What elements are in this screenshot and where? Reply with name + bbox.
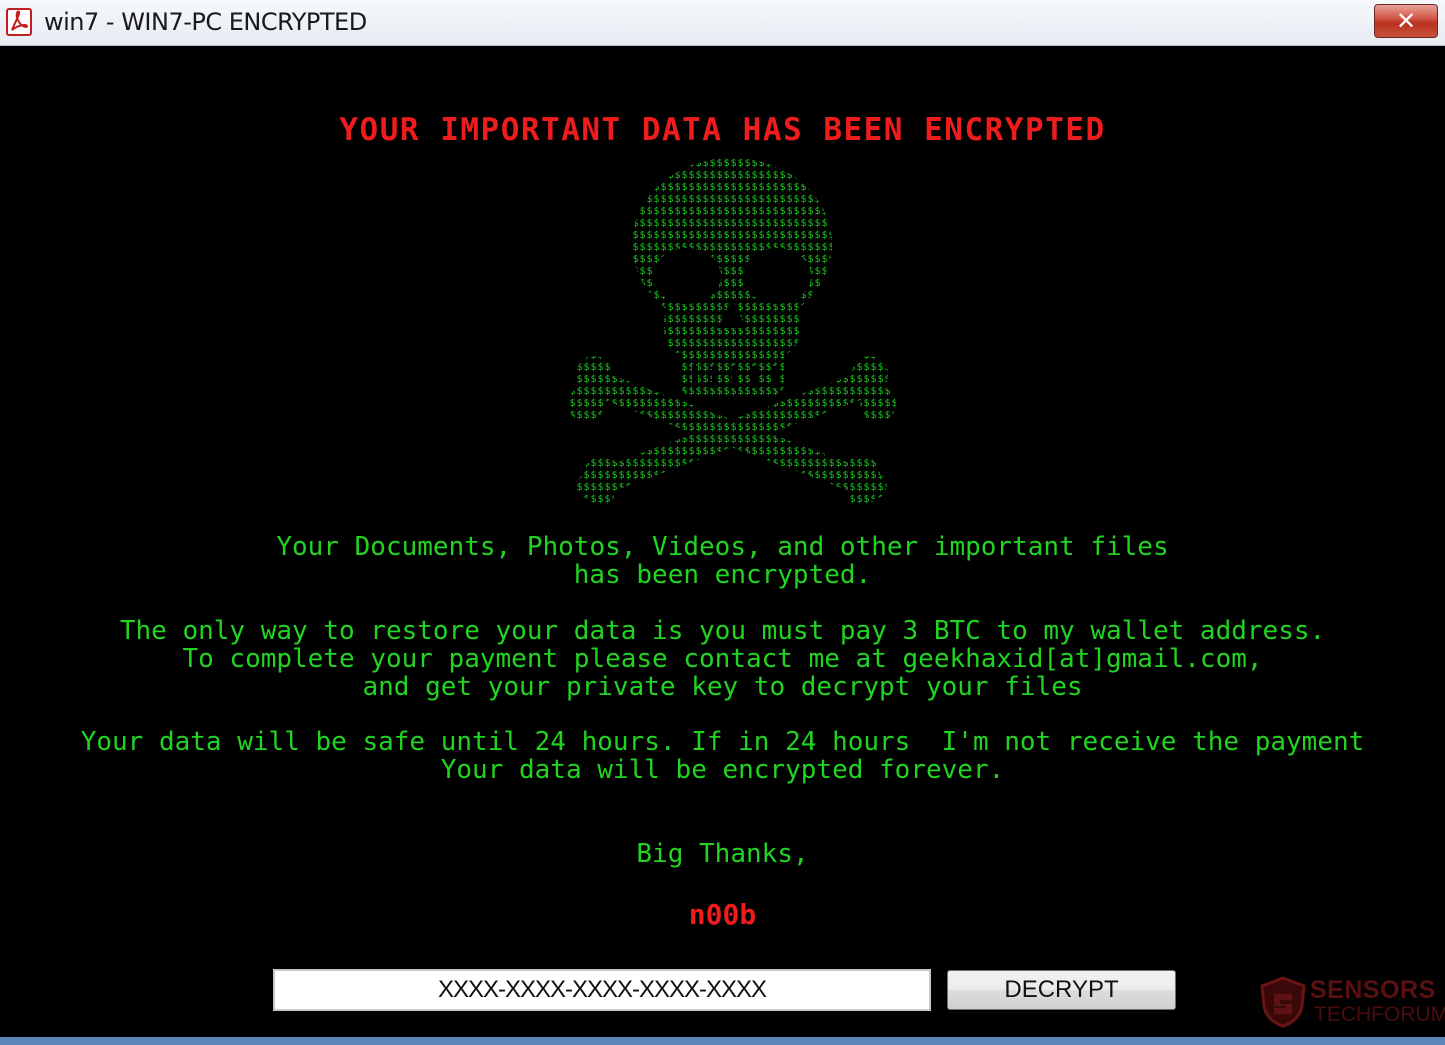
decrypt-button[interactable]: DECRYPT <box>947 970 1176 1010</box>
window-title: win7 - WIN7-PC ENCRYPTED <box>44 8 367 36</box>
close-button[interactable]: ✕ <box>1374 4 1438 38</box>
ransom-signature: n00b <box>688 898 757 931</box>
watermark-line1: SENSORS <box>1310 976 1436 1004</box>
skull-and-crossbones-ascii-art: $ <box>562 156 902 506</box>
sensorstechforum-watermark: SENSORS TECHFORUM <box>1258 974 1445 1030</box>
decryption-key-input[interactable] <box>273 969 931 1011</box>
shield-logo-icon <box>1260 976 1306 1028</box>
ransom-paragraph-payment: The only way to restore your data is you… <box>119 616 1326 702</box>
watermark-line2: TECHFORUM <box>1314 1003 1445 1026</box>
ransom-paragraph-files: Your Documents, Photos, Videos, and othe… <box>276 532 1169 590</box>
ransom-paragraph-deadline: Your data will be safe until 24 hours. I… <box>80 727 1365 785</box>
ransom-closing: Big Thanks, <box>636 839 809 869</box>
pdf-document-icon <box>6 8 32 36</box>
ransom-headline: YOUR IMPORTANT DATA HAS BEEN ENCRYPTED <box>339 112 1106 148</box>
window-bottom-border <box>0 1037 1445 1045</box>
window-titlebar: win7 - WIN7-PC ENCRYPTED ✕ <box>0 0 1445 46</box>
close-x-icon: ✕ <box>1395 7 1417 35</box>
ransom-note-panel: YOUR IMPORTANT DATA HAS BEEN ENCRYPTED $ <box>0 46 1445 1037</box>
